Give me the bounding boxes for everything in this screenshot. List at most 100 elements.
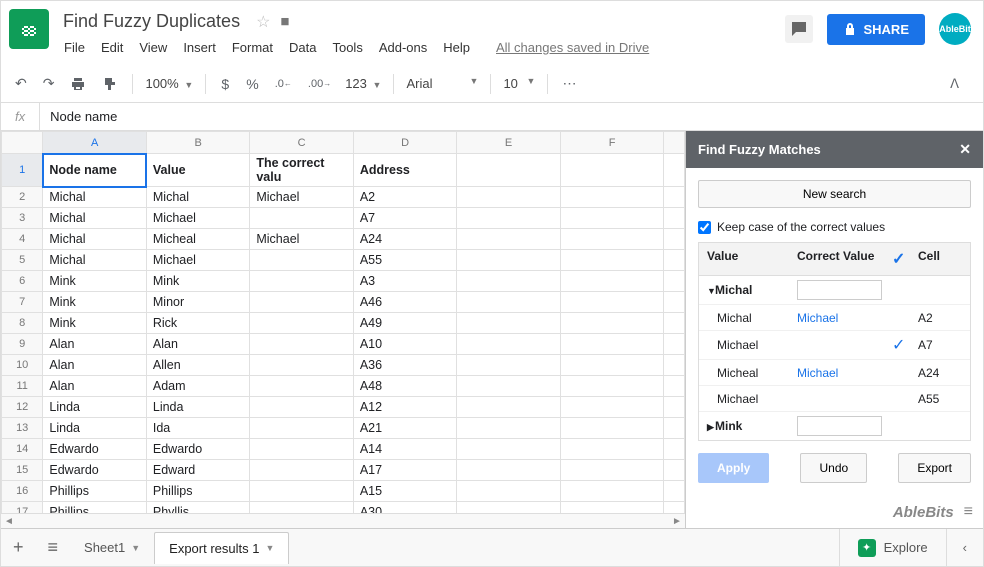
menu-format[interactable]: Format <box>225 36 280 59</box>
cell[interactable]: A12 <box>353 397 456 418</box>
cell[interactable]: Phyllis <box>146 502 249 514</box>
cell[interactable] <box>250 418 353 439</box>
cell[interactable]: Michal <box>43 250 146 271</box>
cell[interactable]: Michal <box>43 229 146 250</box>
row-header-1[interactable]: 1 <box>2 154 43 187</box>
cell[interactable]: Mink <box>146 271 249 292</box>
row-header-9[interactable]: 9 <box>2 334 43 355</box>
cell[interactable]: Edwardo <box>146 439 249 460</box>
document-title[interactable]: Find Fuzzy Duplicates <box>57 9 246 34</box>
cell[interactable] <box>560 187 663 208</box>
all-sheets-icon[interactable]: ≡ <box>36 537 71 558</box>
cell[interactable] <box>457 418 560 439</box>
panel-menu-icon[interactable]: ≡ <box>964 503 973 521</box>
tab-sheet1[interactable]: Sheet1▼ <box>70 532 154 563</box>
cell[interactable] <box>250 313 353 334</box>
cell[interactable] <box>457 460 560 481</box>
print-icon[interactable] <box>64 72 92 96</box>
keep-case-input[interactable] <box>698 221 711 234</box>
row-header-14[interactable]: 14 <box>2 439 43 460</box>
cell[interactable]: A49 <box>353 313 456 334</box>
save-status[interactable]: All changes saved in Drive <box>489 36 656 59</box>
paint-format-icon[interactable] <box>96 72 124 96</box>
account-avatar[interactable]: AbleBit <box>939 13 971 45</box>
cell[interactable]: Mink <box>43 292 146 313</box>
cell[interactable]: A48 <box>353 376 456 397</box>
cell[interactable]: The correct valu <box>250 154 353 187</box>
cell[interactable]: A55 <box>353 250 456 271</box>
menu-addons[interactable]: Add-ons <box>372 36 434 59</box>
cell[interactable] <box>560 292 663 313</box>
cell[interactable]: Adam <box>146 376 249 397</box>
redo-icon[interactable]: ↷ <box>37 71 61 96</box>
cell[interactable] <box>560 355 663 376</box>
cell[interactable]: Phillips <box>43 481 146 502</box>
row-header-5[interactable]: 5 <box>2 250 43 271</box>
cell[interactable] <box>457 208 560 229</box>
col-header-A[interactable]: A <box>43 132 146 154</box>
col-header-B[interactable]: B <box>146 132 249 154</box>
cell[interactable] <box>250 460 353 481</box>
cell[interactable] <box>457 355 560 376</box>
cell[interactable]: Value <box>146 154 249 187</box>
result-row[interactable]: Michal Michael A2 <box>699 305 970 331</box>
cell[interactable] <box>560 418 663 439</box>
cell[interactable]: Mink <box>43 313 146 334</box>
cell[interactable] <box>457 502 560 514</box>
result-row[interactable]: Michael A55 <box>699 386 970 412</box>
cell[interactable] <box>560 313 663 334</box>
cell[interactable] <box>457 313 560 334</box>
row-header-2[interactable]: 2 <box>2 187 43 208</box>
collapse-toolbar-icon[interactable]: ᐱ <box>942 72 967 96</box>
cell[interactable]: Edwardo <box>43 439 146 460</box>
cell[interactable]: A14 <box>353 439 456 460</box>
col-correct[interactable]: Correct Value <box>789 243 884 275</box>
cell[interactable]: Mink <box>43 271 146 292</box>
col-header-E[interactable]: E <box>457 132 560 154</box>
cell[interactable]: Ida <box>146 418 249 439</box>
cell[interactable]: A2 <box>353 187 456 208</box>
cell[interactable] <box>457 397 560 418</box>
percent-button[interactable]: % <box>240 72 264 96</box>
cell[interactable]: Michael <box>250 229 353 250</box>
cell[interactable]: A24 <box>353 229 456 250</box>
menu-edit[interactable]: Edit <box>94 36 130 59</box>
font-select[interactable]: Arial ▼ <box>402 76 482 91</box>
cell[interactable]: Rick <box>146 313 249 334</box>
zoom-select[interactable]: 100% ▼ <box>141 76 197 91</box>
cell[interactable]: A36 <box>353 355 456 376</box>
undo-icon[interactable]: ↶ <box>9 71 33 96</box>
col-check-icon[interactable]: ✓ <box>884 243 910 275</box>
menu-file[interactable]: File <box>57 36 92 59</box>
cell[interactable]: A46 <box>353 292 456 313</box>
menu-help[interactable]: Help <box>436 36 477 59</box>
cell[interactable] <box>560 376 663 397</box>
row-header-3[interactable]: 3 <box>2 208 43 229</box>
cell[interactable]: Michal <box>43 187 146 208</box>
col-value[interactable]: Value <box>699 243 789 275</box>
cell[interactable]: Linda <box>43 418 146 439</box>
move-folder-icon[interactable]: ■ <box>280 13 289 30</box>
col-header-D[interactable]: D <box>353 132 456 154</box>
cell[interactable] <box>560 460 663 481</box>
cell[interactable] <box>560 208 663 229</box>
cell[interactable]: Michal <box>146 187 249 208</box>
cell[interactable] <box>250 292 353 313</box>
cell[interactable] <box>457 439 560 460</box>
menu-view[interactable]: View <box>132 36 174 59</box>
cell[interactable] <box>250 502 353 514</box>
row-header-15[interactable]: 15 <box>2 460 43 481</box>
collapse-side-icon[interactable]: ‹ <box>946 529 983 566</box>
cell[interactable]: Alan <box>146 334 249 355</box>
cell[interactable] <box>250 439 353 460</box>
cell[interactable]: Alan <box>43 376 146 397</box>
row-header-13[interactable]: 13 <box>2 418 43 439</box>
cell[interactable]: Linda <box>43 397 146 418</box>
font-size-select[interactable]: 10 ▼ <box>499 76 539 91</box>
row-header-10[interactable]: 10 <box>2 355 43 376</box>
number-format-select[interactable]: 123 ▼ <box>341 76 385 91</box>
cell[interactable]: A3 <box>353 271 456 292</box>
row-header-8[interactable]: 8 <box>2 313 43 334</box>
more-toolbar-icon[interactable]: ⋯ <box>556 71 582 96</box>
cell[interactable] <box>560 334 663 355</box>
